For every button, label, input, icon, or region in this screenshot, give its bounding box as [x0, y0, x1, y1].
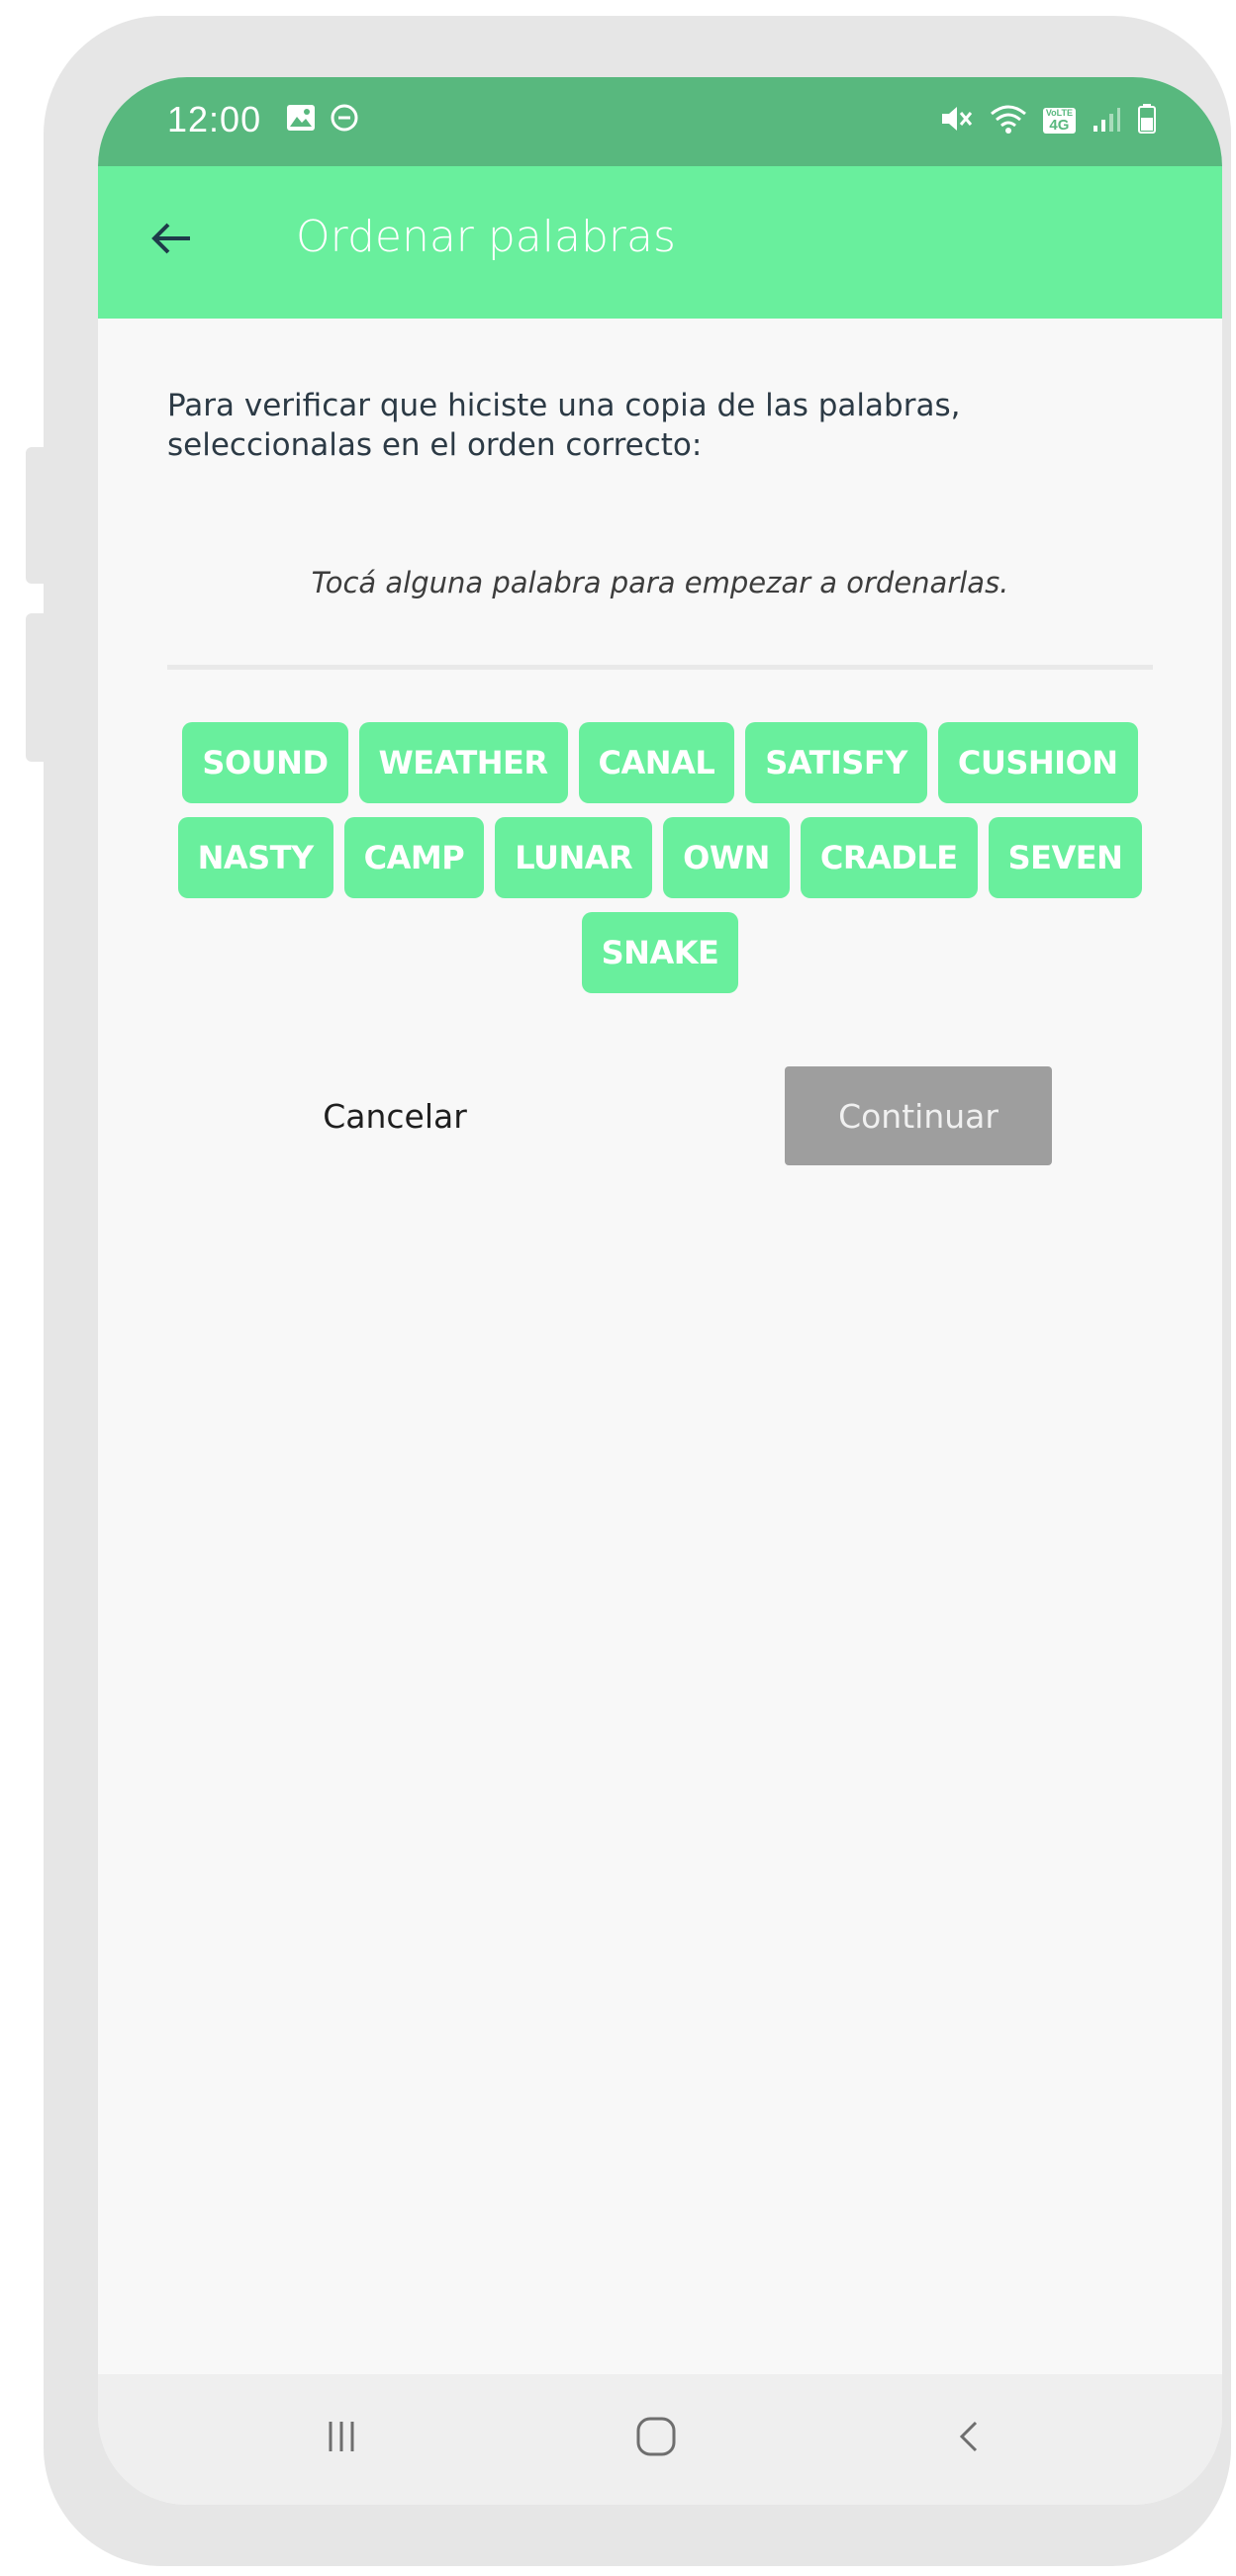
app-bar: Ordenar palabras: [98, 166, 1222, 319]
recent-apps-icon: [327, 2417, 356, 2460]
word-chip[interactable]: CUSHION: [937, 722, 1138, 803]
status-time: 12:00: [167, 99, 262, 139]
word-row: NASTY CAMP LUNAR OWN CRADLE SEVEN: [128, 817, 1192, 898]
back-nav-icon: [956, 2417, 982, 2460]
do-not-disturb-icon: [330, 103, 359, 137]
word-chip[interactable]: SEVEN: [988, 817, 1143, 898]
navigation-bar: [98, 2374, 1222, 2505]
cancel-button[interactable]: Cancelar: [306, 1066, 484, 1165]
word-row: SNAKE: [128, 912, 1192, 993]
word-chip[interactable]: SNAKE: [581, 912, 739, 993]
selection-divider: [167, 665, 1153, 670]
signal-icon: [1092, 104, 1121, 138]
word-chip[interactable]: OWN: [663, 817, 790, 898]
word-chip[interactable]: CANAL: [578, 722, 735, 803]
word-chip[interactable]: SOUND: [182, 722, 348, 803]
recent-apps-button[interactable]: [302, 2404, 381, 2473]
volte-4g-icon: VoLTE 4G: [1042, 108, 1076, 134]
word-row: SOUND WEATHER CANAL SATISFY CUSHION: [128, 722, 1192, 803]
mute-icon: [940, 103, 974, 138]
back-button[interactable]: [138, 206, 207, 275]
lte-label: 4G: [1049, 117, 1070, 134]
image-icon: [286, 104, 316, 136]
word-chip[interactable]: LUNAR: [495, 817, 653, 898]
hint-text: Tocá alguna palabra para empezar a orden…: [311, 566, 1009, 599]
wifi-icon: [990, 103, 1027, 138]
arrow-left-icon: [150, 221, 194, 260]
home-button[interactable]: [617, 2404, 696, 2473]
back-nav-button[interactable]: [929, 2404, 1008, 2473]
word-chip[interactable]: CAMP: [343, 817, 485, 898]
status-bar: 12:00 VoLTE 4G: [98, 77, 1222, 166]
word-chip[interactable]: SATISFY: [745, 722, 927, 803]
battery-icon: [1137, 103, 1157, 138]
word-chip[interactable]: NASTY: [177, 817, 333, 898]
instruction-text: Para verificar que hiciste una copia de …: [167, 388, 961, 463]
word-chip[interactable]: WEATHER: [358, 722, 568, 803]
word-chip-area: SOUND WEATHER CANAL SATISFY CUSHION NAST…: [128, 722, 1192, 1007]
home-icon: [635, 2416, 677, 2461]
word-chip[interactable]: CRADLE: [800, 817, 978, 898]
page-title: Ordenar palabras: [296, 212, 676, 262]
continue-button[interactable]: Continuar: [785, 1066, 1052, 1165]
screen: 12:00 VoLTE 4G Ordenar palabras Para ver…: [98, 77, 1222, 2505]
